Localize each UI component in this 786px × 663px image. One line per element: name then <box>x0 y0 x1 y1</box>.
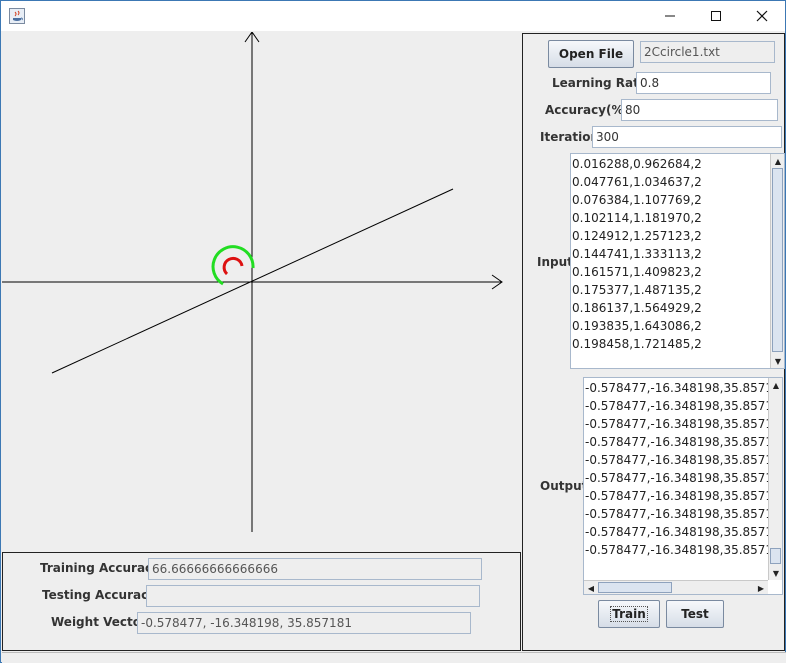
training-accuracy-label: Training Accuracy <box>40 561 160 575</box>
scroll-right-icon[interactable]: ▶ <box>754 581 768 594</box>
title-bar <box>1 1 785 31</box>
test-label: Test <box>681 607 709 621</box>
output-line: -0.578477,-16.348198,35.857181 <box>585 399 783 413</box>
output-line: -0.578477,-16.348198,35.857181 <box>585 453 783 467</box>
learning-rate-label: Learning Rate <box>552 76 647 90</box>
status-bar <box>2 652 786 663</box>
maximize-button[interactable] <box>693 1 739 31</box>
testing-accuracy-label: Testing Accuracy <box>42 588 157 602</box>
input-line: 0.047761,1.034637,2 <box>572 175 702 189</box>
class-1-points <box>211 245 255 286</box>
input-line: 0.193835,1.643086,2 <box>572 319 702 333</box>
accuracy-label: Accuracy(%) <box>545 103 629 117</box>
scroll-left-icon[interactable]: ◀ <box>584 581 598 594</box>
input-lines: 0.016288,0.962684,2 0.047761,1.034637,2 0.… <box>572 155 702 353</box>
open-file-button[interactable]: Open File <box>548 40 634 68</box>
input-line: 0.016288,0.962684,2 <box>572 157 702 171</box>
scroll-down-icon[interactable]: ▼ <box>769 566 782 580</box>
results-panel: Training Accuracy 66.66666666666666 Test… <box>2 552 521 651</box>
control-panel: Open File 2Ccircle1.txt Learning Rate 0.… <box>522 33 785 651</box>
close-button[interactable] <box>739 1 785 31</box>
output-hscroll-thumb[interactable] <box>598 582 672 593</box>
output-label: Output <box>540 479 588 493</box>
app-window: Training Accuracy 66.66666666666666 Test… <box>0 0 786 663</box>
iteration-label: Iteration <box>540 130 599 144</box>
input-line: 0.144741,1.333113,2 <box>572 247 702 261</box>
minimize-button[interactable] <box>647 1 693 31</box>
input-line: 0.186137,1.564929,2 <box>572 301 702 315</box>
output-lines: -0.578477,-16.348198,35.857181 -0.578477,… <box>585 379 783 559</box>
output-line: -0.578477,-16.348198,35.857181 <box>585 507 783 521</box>
training-accuracy-field[interactable]: 66.66666666666666 <box>148 558 482 580</box>
testing-accuracy-field[interactable] <box>146 585 480 607</box>
filename-field[interactable]: 2Ccircle1.txt <box>640 41 775 63</box>
scroll-up-icon[interactable]: ▲ <box>769 378 782 392</box>
input-line: 0.198458,1.721485,2 <box>572 337 702 351</box>
input-scroll-thumb[interactable] <box>772 168 783 352</box>
output-line: -0.578477,-16.348198,35.857181 <box>585 543 783 557</box>
output-line: -0.578477,-16.348198,35.857181 <box>585 471 783 485</box>
close-icon <box>756 10 768 22</box>
output-textarea[interactable]: -0.578477,-16.348198,35.857181 -0.578477,… <box>583 377 783 595</box>
weight-vector-label: Weight Vector <box>51 615 147 629</box>
output-line: -0.578477,-16.348198,35.857181 <box>585 525 783 539</box>
open-file-label: Open File <box>558 47 624 61</box>
java-app-icon <box>9 8 25 24</box>
accuracy-input[interactable]: 80 <box>621 99 778 121</box>
output-line: -0.578477,-16.348198,35.857181 <box>585 417 783 431</box>
minimize-icon <box>665 15 675 17</box>
train-label: Train <box>610 606 648 622</box>
input-line: 0.076384,1.107769,2 <box>572 193 702 207</box>
class-2-points <box>222 256 244 276</box>
output-vertical-scrollbar[interactable]: ▲ ▼ <box>768 378 782 580</box>
input-line: 0.124912,1.257123,2 <box>572 229 702 243</box>
scroll-up-icon[interactable]: ▲ <box>771 154 784 168</box>
input-line: 0.102114,1.181970,2 <box>572 211 702 225</box>
plot-canvas <box>2 32 520 552</box>
maximize-icon <box>711 11 721 21</box>
input-label: Input <box>537 255 573 269</box>
train-button[interactable]: Train <box>598 600 660 628</box>
input-line: 0.161571,1.409823,2 <box>572 265 702 279</box>
input-vertical-scrollbar[interactable]: ▲ ▼ <box>770 154 784 368</box>
weight-vector-field[interactable]: -0.578477, -16.348198, 35.857181 <box>137 612 471 634</box>
output-line: -0.578477,-16.348198,35.857181 <box>585 435 783 449</box>
iteration-input[interactable]: 300 <box>592 126 782 148</box>
output-line: -0.578477,-16.348198,35.857181 <box>585 489 783 503</box>
output-horizontal-scrollbar[interactable]: ◀ ▶ <box>584 580 768 594</box>
learning-rate-input[interactable]: 0.8 <box>636 72 771 94</box>
output-scroll-thumb[interactable] <box>770 548 781 564</box>
input-textarea[interactable]: 0.016288,0.962684,2 0.047761,1.034637,2 0.… <box>570 153 785 369</box>
input-line: 0.175377,1.487135,2 <box>572 283 702 297</box>
output-line: -0.578477,-16.348198,35.857181 <box>585 381 783 395</box>
scroll-down-icon[interactable]: ▼ <box>771 354 784 368</box>
test-button[interactable]: Test <box>666 600 724 628</box>
